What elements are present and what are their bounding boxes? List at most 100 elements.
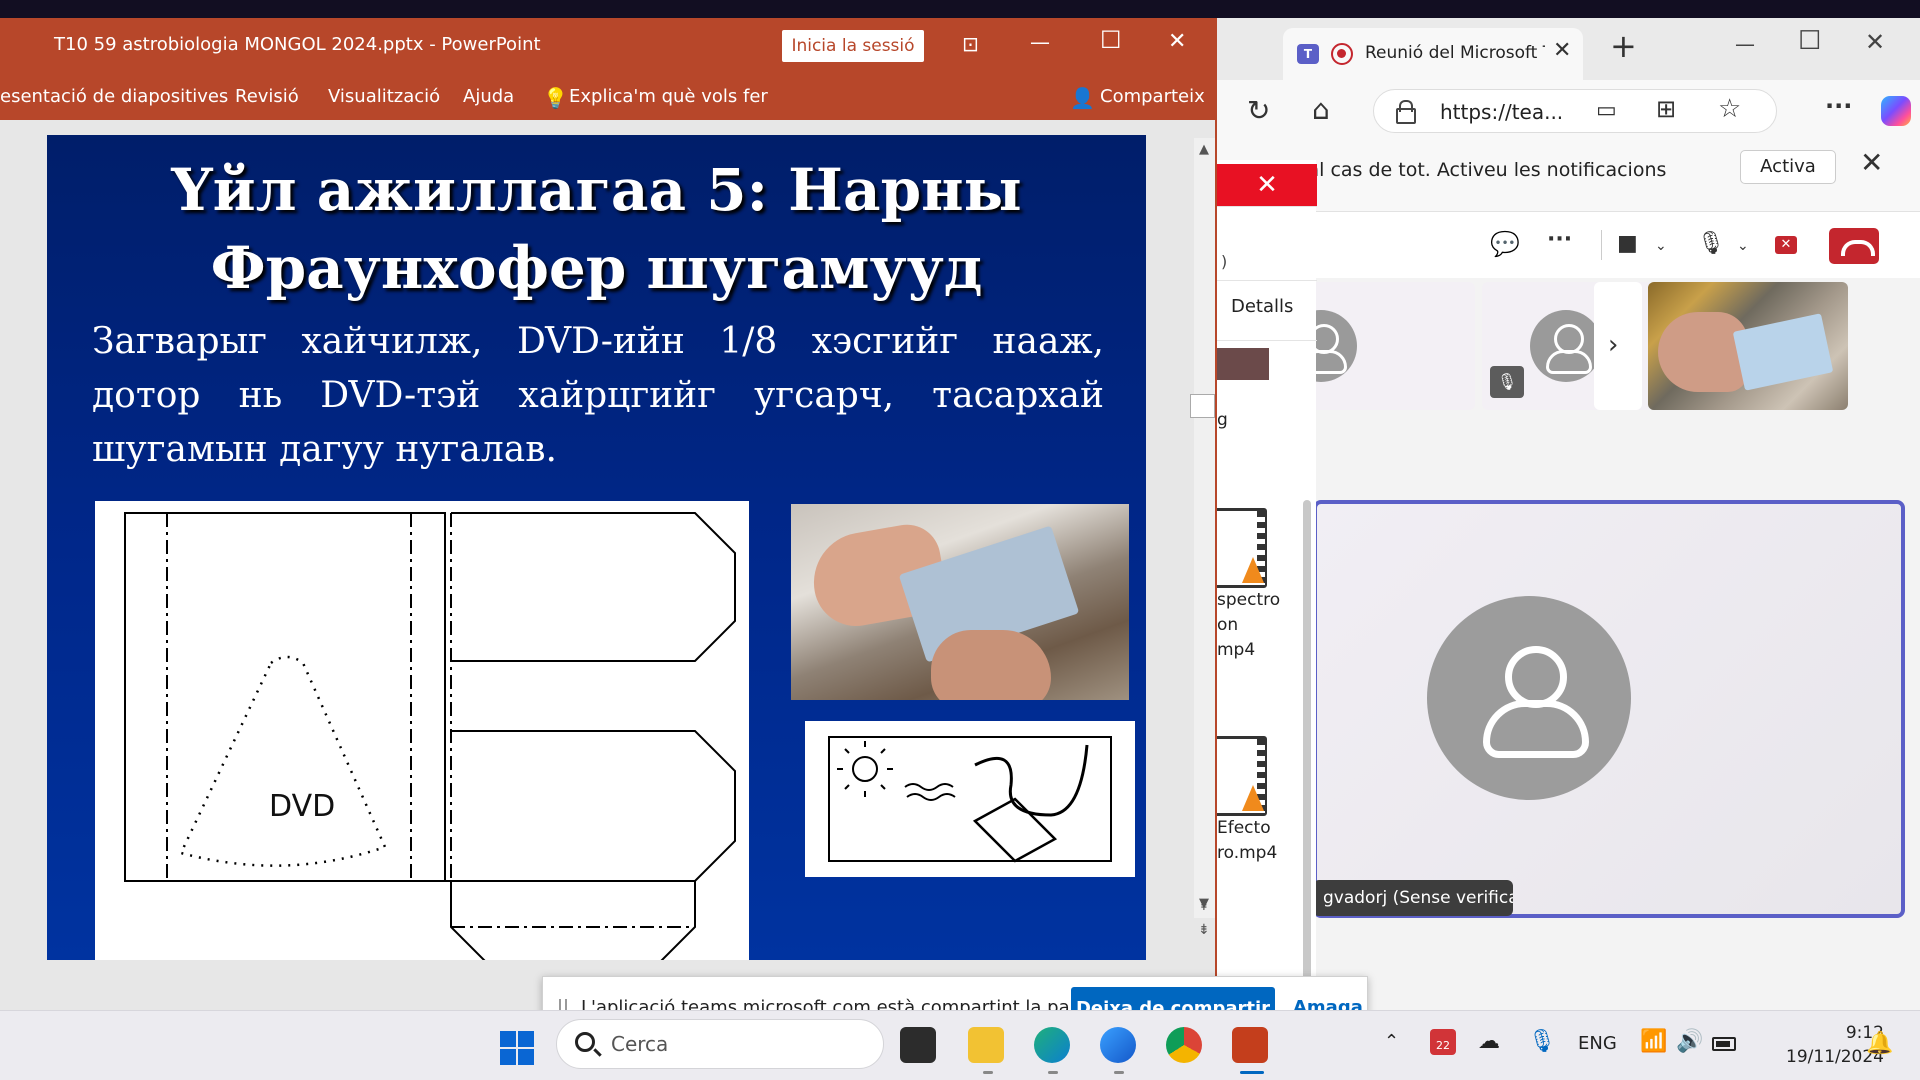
sketch-drawing — [828, 736, 1112, 863]
chat-icon[interactable]: 💬 — [1490, 232, 1520, 256]
side-panel-close-button[interactable]: ✕ — [1217, 164, 1317, 206]
close-icon[interactable]: ✕ — [1865, 28, 1885, 56]
maximize-icon[interactable]: ☐ — [1100, 28, 1122, 52]
template-flap-middle — [451, 730, 736, 882]
close-icon[interactable]: ✕ — [1168, 31, 1186, 53]
file-thumbnail[interactable] — [1217, 348, 1269, 380]
favorite-star-icon[interactable]: ☆ — [1718, 96, 1741, 122]
chevron-right-icon: › — [1608, 330, 1619, 360]
sun-observation-sketch[interactable] — [805, 721, 1135, 877]
powerpoint-title-bar: T10 59 astrobiologia MONGOL 2024.pptx - … — [0, 18, 1215, 74]
panel-fragment: ) — [1221, 252, 1228, 271]
sun-rays — [837, 741, 893, 797]
address-bar[interactable]: https://tea... ▭ ⊞ ☆ — [1373, 89, 1777, 133]
taskbar-search[interactable]: Cerca — [556, 1019, 884, 1069]
onedrive-icon[interactable]: ☁ — [1478, 1029, 1500, 1054]
participant-tile[interactable] — [1285, 282, 1475, 410]
tell-me-search[interactable]: Explica'm què vols fer — [569, 86, 768, 107]
ribbon-display-icon[interactable]: ⊡ — [962, 34, 979, 54]
minimize-icon[interactable]: — — [1030, 32, 1050, 52]
camera-permission-icon[interactable]: ▭ — [1596, 99, 1617, 123]
details-tab[interactable]: Detalls — [1231, 296, 1293, 317]
edge-app-icon[interactable] — [1034, 1027, 1070, 1063]
microphone-tray-icon[interactable]: 🎙 — [1528, 1029, 1556, 1054]
notification-bell-icon[interactable]: 🔔 — [1866, 1031, 1893, 1056]
file-name[interactable]: g — [1217, 408, 1228, 433]
running-indicator — [983, 1071, 993, 1074]
template-drawing — [124, 512, 736, 960]
tab-help[interactable]: Ajuda — [463, 86, 514, 107]
tab-close-icon[interactable]: ✕ — [1553, 38, 1571, 63]
dvd-label: DVD — [269, 789, 336, 824]
lightbulb-icon[interactable]: 💡 — [543, 86, 568, 110]
wifi-icon[interactable]: 📶 — [1640, 1029, 1667, 1054]
file-name[interactable]: spectro on mp4 — [1217, 588, 1280, 663]
scroll-up-icon[interactable]: ▲ — [1199, 142, 1209, 157]
show-hidden-icons-chevron-icon[interactable]: ⌃ — [1384, 1031, 1399, 1052]
minimize-icon[interactable]: — — [1735, 32, 1755, 56]
battery-level — [1716, 1041, 1730, 1047]
refresh-icon[interactable]: ↻ — [1247, 97, 1270, 125]
previous-slide-icon[interactable]: ⇞ — [1198, 898, 1210, 914]
powerpoint-window: T10 59 astrobiologia MONGOL 2024.pptx - … — [0, 18, 1217, 1010]
extensions-icon[interactable]: ⊞ — [1656, 97, 1676, 121]
side-panel-scrollbar[interactable] — [1303, 500, 1311, 988]
mic-options-chevron-icon[interactable]: ⌄ — [1737, 234, 1749, 258]
slide-body-text[interactable]: Загварыг хайчилж, DVD-ийн 1/8 хэсгийг на… — [92, 315, 1104, 477]
participant-video[interactable] — [1648, 282, 1848, 410]
next-participants-button[interactable]: › — [1594, 282, 1642, 410]
microphone-icon[interactable]: 🎙 — [1697, 232, 1725, 256]
battery-icon[interactable] — [1712, 1037, 1736, 1051]
url-text[interactable]: https://tea... — [1440, 100, 1563, 124]
video-file-icon[interactable] — [1211, 508, 1267, 588]
tab-slideshow[interactable]: esentació de diapositives — [0, 86, 228, 107]
more-icon[interactable]: ··· — [1825, 94, 1852, 118]
scrollbar-thumb[interactable] — [1190, 394, 1215, 418]
running-indicator — [1048, 1071, 1058, 1074]
signin-button[interactable]: Inicia la sessió — [782, 30, 924, 62]
file-explorer-icon[interactable] — [968, 1027, 1004, 1063]
volume-icon[interactable]: 🔊 — [1676, 1029, 1703, 1054]
activate-notifications-button[interactable]: Activa — [1740, 150, 1836, 184]
share-button[interactable]: Comparteix — [1100, 86, 1205, 107]
camera-icon[interactable]: ■ — [1617, 232, 1638, 256]
new-tab-icon[interactable]: + — [1610, 30, 1637, 62]
slide-canvas[interactable]: Үйл ажиллагаа 5: Нарны Фраунхофер шугаму… — [47, 135, 1146, 960]
task-view-icon[interactable] — [900, 1027, 936, 1063]
running-indicator — [1114, 1071, 1124, 1074]
stop-sharing-icon[interactable]: ✕ — [1775, 236, 1797, 254]
language-indicator[interactable]: ENG — [1578, 1033, 1617, 1054]
file-name-line: on — [1217, 615, 1239, 635]
camera-options-chevron-icon[interactable]: ⌄ — [1655, 234, 1667, 258]
maximize-icon[interactable]: ☐ — [1798, 26, 1821, 56]
home-icon[interactable]: ⌂ — [1312, 96, 1330, 124]
windows-start-icon[interactable] — [500, 1031, 534, 1065]
slide-title[interactable]: Үйл ажиллагаа 5: Нарны Фраунхофер шугаму… — [47, 151, 1146, 307]
edge-toolbar: ↻ ⌂ https://tea... ▭ ⊞ ☆ ··· — [1155, 80, 1920, 142]
share-person-icon[interactable]: 👤 — [1070, 86, 1095, 110]
copilot-icon[interactable] — [1881, 96, 1911, 126]
next-slide-icon[interactable]: ⇟ — [1198, 922, 1210, 938]
leave-call-button[interactable] — [1829, 228, 1879, 264]
slide-scrollbar[interactable]: ▲ ▼ — [1194, 138, 1215, 918]
dvd-cut-outline — [179, 655, 387, 867]
video-card — [1732, 313, 1834, 391]
vlc-cone-icon — [1242, 785, 1264, 811]
meeting-more-icon[interactable]: ··· — [1547, 228, 1572, 252]
chrome-icon[interactable] — [1166, 1027, 1202, 1063]
edge-beta-icon[interactable] — [1100, 1027, 1136, 1063]
lock-icon[interactable] — [1396, 100, 1416, 124]
dvd-box-template-diagram[interactable]: DVD — [95, 501, 749, 960]
file-name[interactable]: Efecto ro.mp4 — [1217, 816, 1277, 866]
teams-icon: T — [1297, 44, 1319, 64]
template-outline — [124, 512, 446, 882]
spectroscope-photo[interactable] — [791, 504, 1129, 700]
video-hand — [1658, 312, 1748, 392]
calendar-tray-icon[interactable]: 22 — [1430, 1029, 1456, 1055]
powerpoint-app-icon[interactable] — [1232, 1027, 1268, 1063]
tab-view[interactable]: Visualització — [328, 86, 440, 107]
video-file-icon[interactable] — [1211, 736, 1267, 816]
tab-review[interactable]: Revisió — [235, 86, 299, 107]
notification-close-icon[interactable]: ✕ — [1860, 146, 1883, 179]
tab-teams-meeting[interactable]: T Reunió del Microsoft Teams ✕ — [1283, 28, 1583, 80]
